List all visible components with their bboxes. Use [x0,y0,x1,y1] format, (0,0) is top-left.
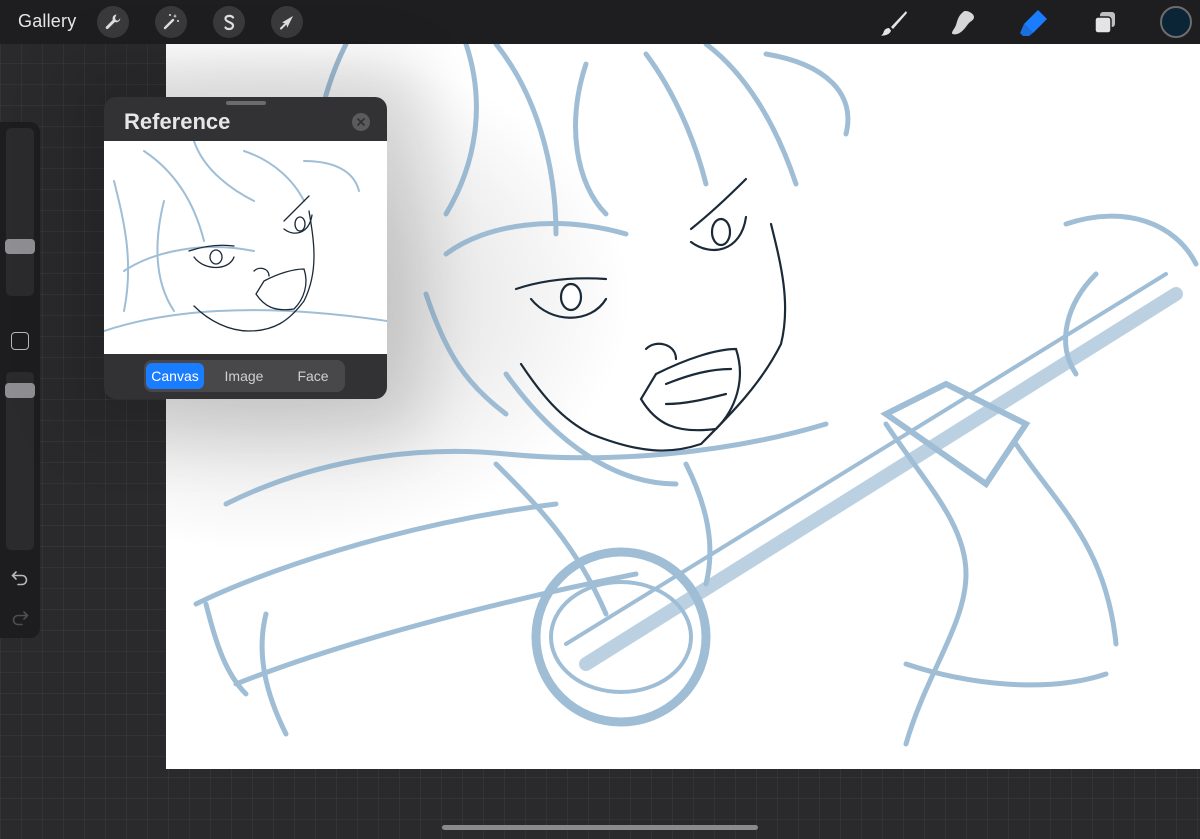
brush-size-slider[interactable] [6,128,34,296]
reference-title: Reference [124,109,231,134]
opacity-slider[interactable] [6,372,34,550]
tab-face[interactable]: Face [284,363,342,389]
magic-wand-icon[interactable] [155,6,187,38]
selection-icon[interactable] [213,6,245,38]
redo-icon[interactable] [10,608,30,628]
transform-arrow-icon[interactable] [271,6,303,38]
wrench-icon[interactable] [97,6,129,38]
panel-drag-handle[interactable] [226,101,266,105]
left-sidebar [0,122,40,638]
tab-image[interactable]: Image [215,363,273,389]
color-picker-button[interactable] [1160,6,1192,38]
brush-size-thumb[interactable] [5,239,35,254]
brush-icon[interactable] [877,6,911,40]
reference-panel[interactable]: Reference Canvas Image Face [104,97,387,399]
close-icon[interactable] [352,113,370,131]
opacity-thumb[interactable] [5,383,35,398]
square-modify-icon[interactable] [11,332,29,350]
top-toolbar: Gallery [0,0,1200,44]
reference-source-tabs: Canvas Image Face [144,360,345,392]
layers-icon[interactable] [1088,6,1122,40]
home-indicator[interactable] [442,825,758,830]
undo-icon[interactable] [10,568,30,588]
eraser-icon[interactable] [1017,6,1051,40]
reference-preview [104,141,387,354]
tab-canvas[interactable]: Canvas [146,363,204,389]
gallery-button[interactable]: Gallery [18,11,76,32]
smudge-icon[interactable] [947,6,981,40]
